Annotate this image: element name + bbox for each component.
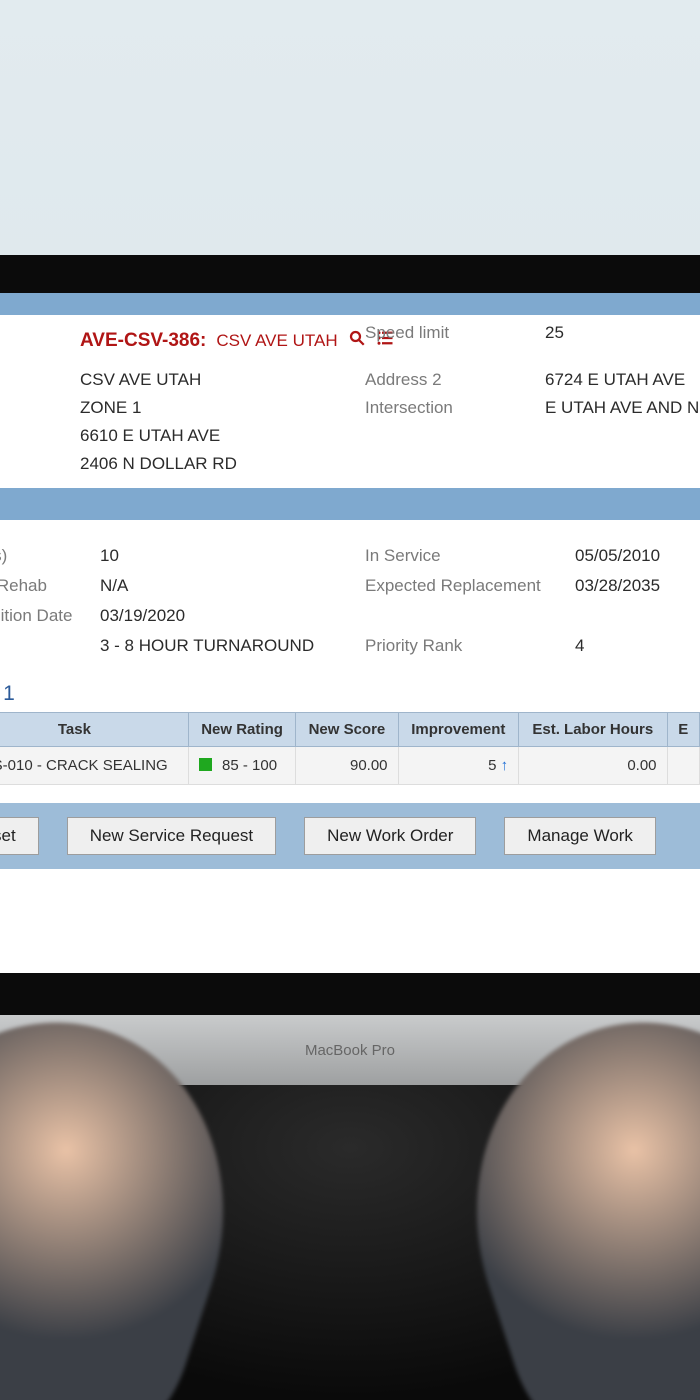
col-improvement[interactable]: Improvement [398, 713, 519, 747]
action-button-bar: set New Service Request New Work Order M… [0, 803, 700, 869]
label-priority-rank: Priority Rank [365, 636, 565, 656]
value-in-service: 05/05/2010 [575, 546, 700, 566]
label-priority: ty [0, 636, 90, 656]
manage-work-button[interactable]: Manage Work [504, 817, 656, 855]
asset-service-section: years) 10 In Service 05/05/2010 cted Reh… [0, 520, 700, 883]
section-divider [0, 293, 700, 315]
label-id: D [0, 323, 70, 362]
value-priority-text: 3 - 8 HOUR TURNAROUND [100, 636, 355, 656]
cell-improvement: 5 ↑ [398, 747, 519, 785]
value-description: CSV AVE UTAH [80, 370, 355, 390]
tasks-table: Task New Rating New Score Improvement Es… [0, 712, 700, 785]
tasks-count-title: sks: 1 [0, 674, 700, 712]
col-est-labor-hours[interactable]: Est. Labor Hours [519, 713, 667, 747]
value-condition-date: 03/19/2020 [100, 606, 355, 626]
tasks-header-row: Task New Rating New Score Improvement Es… [0, 713, 700, 747]
reset-button[interactable]: set [0, 817, 39, 855]
cell-new-rating: 85 - 100 [188, 747, 295, 785]
rating-swatch-icon [199, 758, 212, 771]
value-address3: 2406 N DOLLAR RD [80, 454, 355, 474]
cell-est-labor-hours: 0.00 [519, 747, 667, 785]
cell-improvement-value: 5 [488, 757, 496, 774]
value-intersection: E UTAH AVE AND N DO [545, 398, 700, 418]
label-address3: ss 3 [0, 454, 70, 474]
label-years: years) [0, 546, 90, 566]
value-expected-replacement: 03/28/2035 [575, 576, 700, 596]
search-icon[interactable] [348, 329, 366, 352]
cell-task: RDS-010 - CRACK SEALING [0, 747, 188, 785]
label-address2: Address 2 [365, 370, 535, 390]
cell-new-rating-text: 85 - 100 [222, 757, 277, 774]
value-address2: 6724 E UTAH AVE [545, 370, 700, 390]
value-years: 10 [100, 546, 355, 566]
new-work-order-button[interactable]: New Work Order [304, 817, 476, 855]
col-task[interactable]: Task [0, 713, 188, 747]
label-expected-replacement: Expected Replacement [365, 576, 565, 596]
value-speed-limit: 25 [545, 323, 700, 362]
asset-detail-app: D AVE-CSV-386: CSV AVE UTAH Speed limit [0, 293, 700, 973]
col-new-rating[interactable]: New Rating [188, 713, 295, 747]
asset-name: CSV AVE UTAH [216, 331, 337, 351]
label-intersection: Intersection [365, 398, 535, 418]
label-zone [0, 398, 70, 418]
value-zone: ZONE 1 [80, 398, 355, 418]
cell-new-score: 90.00 [296, 747, 398, 785]
asset-id: AVE-CSV-386: [80, 330, 206, 352]
value-priority-rank: 4 [575, 636, 700, 656]
col-new-score[interactable]: New Score [296, 713, 398, 747]
value-expected-rehab: N/A [100, 576, 355, 596]
value-address: 6610 E UTAH AVE [80, 426, 355, 446]
label-description: ption [0, 370, 70, 390]
label-expected-rehab: cted Rehab [0, 576, 90, 596]
cell-extra [667, 747, 699, 785]
table-row[interactable]: RDS-010 - CRACK SEALING 85 - 100 90.00 5… [0, 747, 700, 785]
label-in-service: In Service [365, 546, 565, 566]
label-speed-limit: Speed limit [365, 323, 535, 362]
asset-identity-section: D AVE-CSV-386: CSV AVE UTAH Speed limit [0, 315, 700, 488]
label-address: ss [0, 426, 70, 446]
asset-title: AVE-CSV-386: CSV AVE UTAH [80, 323, 355, 362]
label-condition-date: Condition Date [0, 606, 90, 626]
section-divider [0, 488, 700, 520]
col-extra[interactable]: E [667, 713, 699, 747]
arrow-up-icon: ↑ [501, 757, 509, 774]
new-service-request-button[interactable]: New Service Request [67, 817, 276, 855]
